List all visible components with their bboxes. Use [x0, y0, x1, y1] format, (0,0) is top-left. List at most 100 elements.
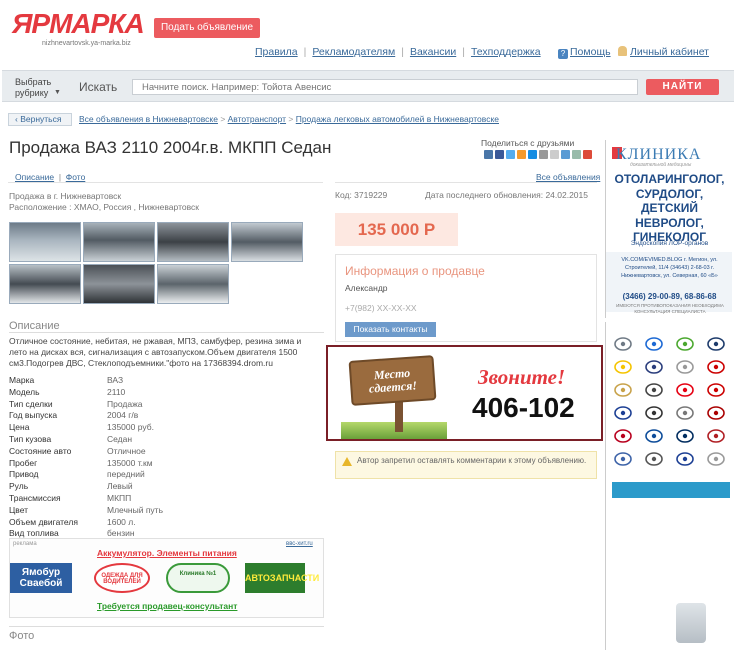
breadcrumb-item[interactable]: Автотранспорт: [228, 114, 286, 124]
search-button[interactable]: НАЙТИ: [646, 79, 719, 95]
site-logo[interactable]: ЯРМАРКА: [12, 8, 145, 40]
spec-row: Трансмиссия МКПП: [9, 492, 132, 503]
notice-text: Автор запретил оставлять комментарии к э…: [357, 456, 587, 465]
seller-name: Александр: [345, 283, 388, 293]
nav-advertisers[interactable]: Рекламодателям: [312, 46, 395, 58]
brand-logo-hyundai[interactable]: [674, 429, 696, 443]
ad-banner[interactable]: АВТОЗАПЧАСТИ: [245, 563, 319, 593]
bookmark-icon[interactable]: [572, 150, 581, 159]
car-photo[interactable]: [83, 264, 155, 304]
spec-row: Марка ВАЗ: [9, 375, 124, 385]
brand-logo-audi[interactable]: [705, 452, 727, 466]
tab-photo[interactable]: Фото: [66, 172, 86, 182]
mailru-icon[interactable]: [528, 150, 537, 159]
back-button[interactable]: ‹ Вернуться: [8, 113, 72, 126]
brand-logo-honda[interactable]: [705, 383, 727, 397]
brand-logo-peugeot[interactable]: [643, 360, 665, 374]
brand-logo-suzuki[interactable]: [643, 429, 665, 443]
share-icons: [484, 150, 592, 159]
ad-title-link[interactable]: Аккумулятор. Элементы питания: [97, 548, 237, 558]
brand-logo-chery[interactable]: [705, 406, 727, 420]
email-icon[interactable]: [550, 150, 559, 159]
spec-row: Состояние авто Отличное: [9, 445, 146, 456]
rubric-select[interactable]: Выбрать рубрику: [15, 77, 51, 99]
odnoklassniki-icon[interactable]: [517, 150, 526, 159]
brand-logo-chevrolet[interactable]: [612, 383, 634, 397]
brand-logo-infiniti[interactable]: [643, 452, 665, 466]
car-photo[interactable]: [157, 264, 229, 304]
warning-icon: [342, 457, 352, 466]
listing-location: Продажа в г. Нижневартовск Расположение :…: [9, 191, 199, 212]
post-ad-button[interactable]: Подать объявление: [154, 18, 260, 38]
nav-rules[interactable]: Правила: [255, 46, 298, 58]
ad-link[interactable]: ввс-хит.ru: [286, 541, 313, 547]
brand-logo-citroen[interactable]: [674, 360, 696, 374]
divider: [9, 332, 324, 333]
breadcrumb-item[interactable]: Продажа легковых автомобилей в Нижневарт…: [296, 114, 499, 124]
car-photo[interactable]: [9, 222, 81, 262]
brand-logo-renault[interactable]: [612, 337, 634, 351]
brand-logo-skoda[interactable]: [674, 337, 696, 351]
page-title: Продажа ВАЗ 2110 2004г.в. МКПП Седан: [9, 138, 332, 157]
ad-banner[interactable]: Ямобур Свaебой: [10, 563, 72, 593]
description-heading: Описание: [9, 320, 60, 332]
spec-row: Пробег 135000 т.км: [9, 457, 153, 468]
spec-row: Привод передний: [9, 469, 145, 480]
listing-tabs: Описание | Фото: [15, 172, 86, 182]
clinic-sub: доказательной медицины: [630, 162, 692, 168]
nav-vacancies[interactable]: Вакансии: [410, 46, 456, 58]
vk-icon[interactable]: [484, 150, 493, 159]
top-nav: Правила | Рекламодателям | Вакансии | Техпо…: [255, 46, 541, 58]
car-photo[interactable]: [9, 264, 81, 304]
show-contacts-button[interactable]: Показать контакты: [345, 322, 436, 337]
blogger-icon[interactable]: [561, 150, 570, 159]
car-photo[interactable]: [231, 222, 303, 262]
google-plus-icon[interactable]: [583, 150, 592, 159]
car-photo[interactable]: [83, 222, 155, 262]
spec-row: Объем двигателя 1600 л.: [9, 516, 136, 527]
facebook-icon[interactable]: [495, 150, 504, 159]
spec-row: Цвет Млечный путь: [9, 504, 164, 515]
brand-logo-geely[interactable]: [612, 452, 634, 466]
all-ads-link[interactable]: Все объявления: [536, 172, 600, 182]
spec-row: Тип сделки Продажа: [9, 398, 143, 409]
spec-row: Модель 2110: [9, 386, 126, 397]
search-input[interactable]: [132, 79, 638, 95]
ad-label: реклама: [13, 541, 37, 547]
brand-logo-opel[interactable]: [612, 360, 634, 374]
breadcrumb-item[interactable]: Все объявления в Нижневартовске: [79, 114, 218, 124]
nav-support[interactable]: Техподдержка: [471, 46, 541, 58]
help-link[interactable]: ? Помощь: [558, 46, 611, 59]
ad-footer-link[interactable]: Требуется продавец-консультант: [97, 601, 237, 611]
brand-logo-toyota[interactable]: [705, 360, 727, 374]
clinic-endo: Эндоскопия ЛОР-органов: [630, 240, 709, 247]
site-domain: nizhnevartovsk.ya-marka.biz: [42, 40, 131, 47]
chevron-down-icon[interactable]: ▼: [54, 89, 61, 96]
brand-logo-mazda[interactable]: [643, 406, 665, 420]
brand-logo-lada[interactable]: [705, 429, 727, 443]
grass-graphic: [341, 422, 447, 439]
ad-banner[interactable]: ОДЕЖДА ДЛЯ ВОДИТЕЛЕЙ: [94, 563, 150, 593]
livejournal-icon[interactable]: [539, 150, 548, 159]
brand-logo-mitsubishi[interactable]: [674, 383, 696, 397]
clinic-warning: ИМЕЮТСЯ ПРОТИВОПОКАЗАНИЯ НЕОБХОДИМА КОНС…: [616, 303, 724, 314]
price: 135 000 Р: [335, 213, 458, 246]
ad-banner[interactable]: Клиника №1: [166, 563, 230, 593]
brand-logo-ford[interactable]: [612, 406, 634, 420]
brand-logo-bmw[interactable]: [643, 337, 665, 351]
clinic-phone: (3466) 29-00-89, 68-86-68: [622, 292, 717, 301]
brand-logo-vw[interactable]: [705, 337, 727, 351]
brands-footer: [612, 482, 730, 498]
twitter-icon[interactable]: [506, 150, 515, 159]
brand-logo-lexus[interactable]: [643, 383, 665, 397]
tab-description[interactable]: Описание: [15, 172, 54, 182]
car-photo[interactable]: [157, 222, 229, 262]
divider: [335, 182, 597, 183]
cabinet-link[interactable]: Личный кабинет: [618, 46, 709, 58]
divider: [8, 182, 323, 183]
banner-sign: Место сдается!: [348, 355, 437, 406]
brand-logo-nissan[interactable]: [674, 406, 696, 420]
brand-logo-kia[interactable]: [612, 429, 634, 443]
share-label: Поделиться с друзьями: [481, 138, 575, 148]
brand-logo-subaru[interactable]: [674, 452, 696, 466]
